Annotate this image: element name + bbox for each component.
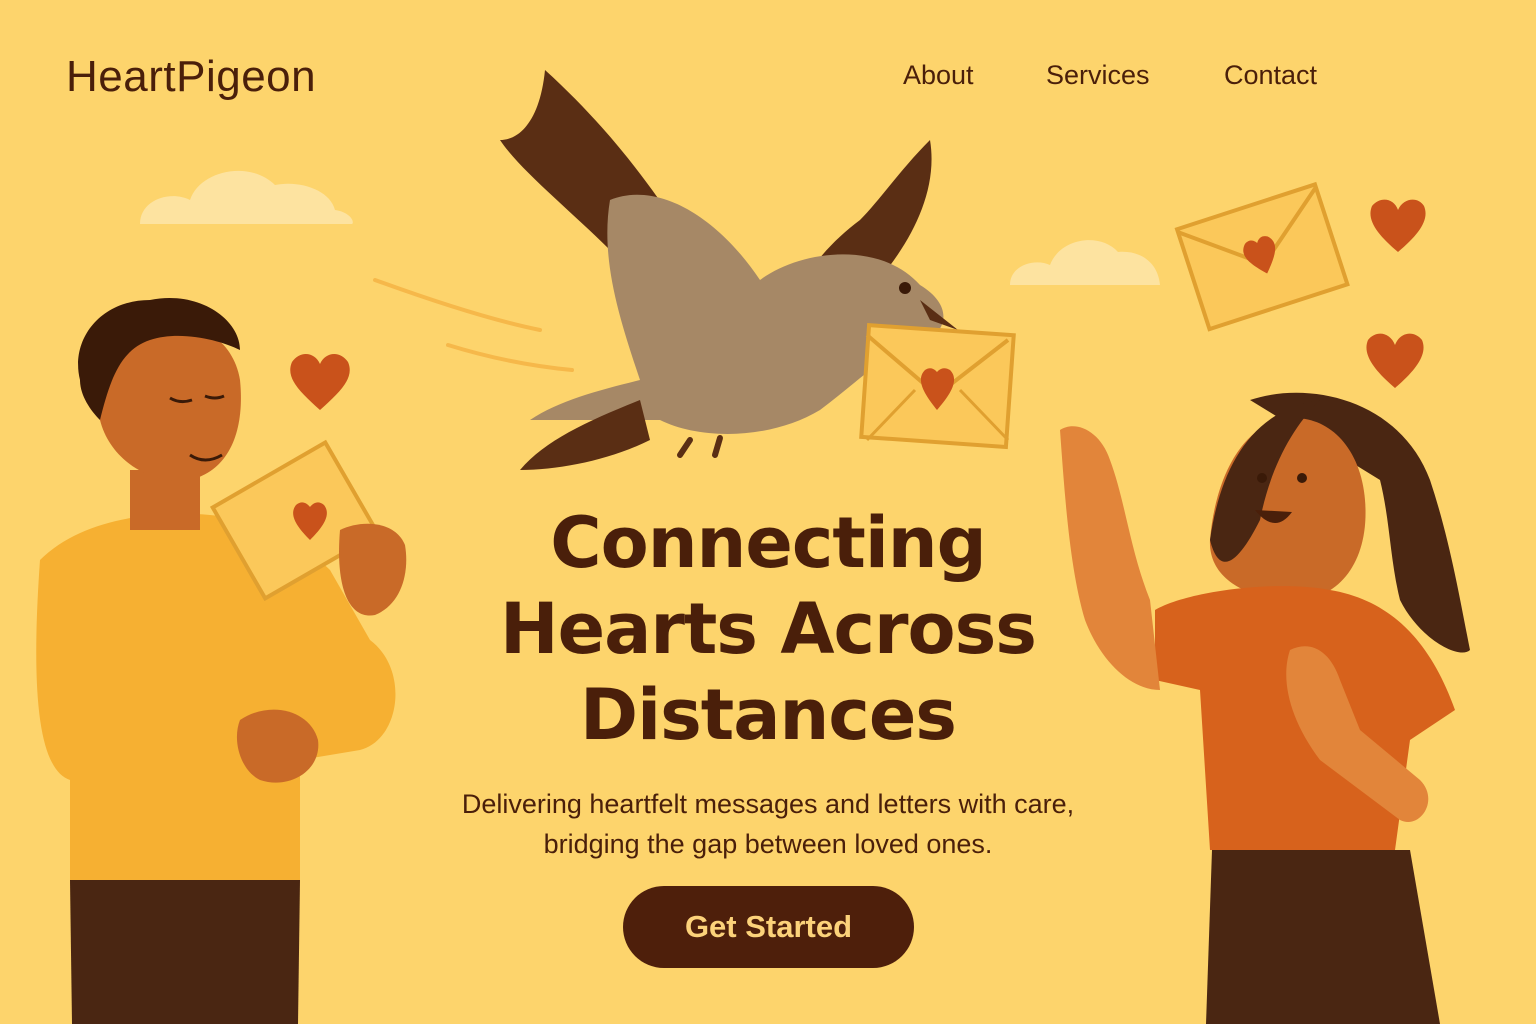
woman-illustration	[1060, 392, 1470, 1024]
hero-headline: Connecting Hearts Across Distances	[418, 500, 1118, 758]
heart-icon	[1370, 199, 1426, 252]
hero-subtitle: Delivering heartfelt messages and letter…	[418, 784, 1118, 864]
headline-line: Distances	[580, 674, 957, 756]
cloud-icon	[140, 170, 353, 224]
heart-icon	[290, 353, 350, 410]
envelope-icon	[859, 322, 1016, 450]
headline-line: Connecting	[550, 502, 987, 584]
subtitle-line: bridging the gap between loved ones.	[543, 829, 993, 859]
get-started-button[interactable]: Get Started	[623, 886, 914, 968]
motion-lines	[373, 278, 574, 372]
subtitle-line: Delivering heartfelt messages and letter…	[461, 789, 1075, 819]
main-nav: About Services Contact	[0, 60, 1536, 100]
landing-page: HeartPigeon About Services Contact Conne…	[0, 0, 1536, 1024]
headline-line: Hearts Across	[500, 588, 1037, 670]
nav-services-link[interactable]: Services	[1046, 60, 1150, 91]
man-illustration	[36, 298, 407, 1024]
heart-icon	[1366, 333, 1424, 388]
nav-contact-link[interactable]: Contact	[1224, 60, 1317, 91]
cloud-icon	[1010, 240, 1160, 285]
envelope-icon	[1174, 181, 1350, 332]
nav-about-link[interactable]: About	[903, 60, 974, 91]
